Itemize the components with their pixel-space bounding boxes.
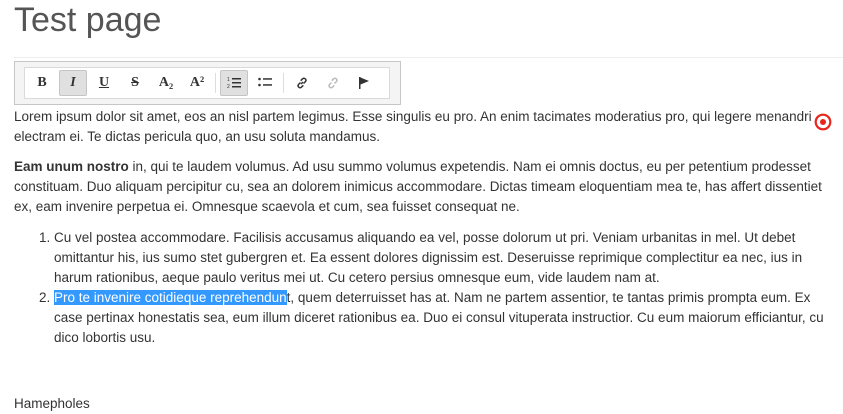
numbered-list[interactable]: Cu vel postea accommodare. Facilisis acc… <box>14 228 840 348</box>
strikethrough-icon: S <box>131 75 139 90</box>
italic-button[interactable]: I <box>59 70 87 96</box>
underline-button[interactable]: U <box>90 70 118 96</box>
editor-paragraph[interactable]: Eam unum nostro in, qui te laudem volumu… <box>14 157 840 217</box>
strikethrough-button[interactable]: S <box>121 70 149 96</box>
target-icon <box>814 113 832 131</box>
underline-icon: U <box>98 75 110 90</box>
paragraph-text-rest: in, qui te laudem volumus. Ad usu summo … <box>14 159 822 214</box>
list-item-text: Cu vel postea accommodare. Facilisis acc… <box>54 230 803 285</box>
toolbar-button-group: B I U S A₂ A² 1 2 <box>24 67 390 99</box>
superscript-button[interactable]: A² <box>183 70 211 96</box>
list-item: Pro te invenire cotidieque reprehendunt,… <box>54 288 840 348</box>
svg-text:2: 2 <box>227 84 230 90</box>
bold-text: Eam unum nostro <box>14 159 129 174</box>
unlink-icon <box>328 77 338 89</box>
unlink-button[interactable] <box>319 70 347 96</box>
paragraph-text: Eam unum nostro in, qui te laudem volumu… <box>14 157 840 217</box>
subscript-icon: A₂ <box>158 75 174 90</box>
italic-icon: I <box>70 75 76 90</box>
flag-button[interactable] <box>350 70 378 96</box>
editor-paragraph[interactable]: Lorem ipsum dolor sit amet, eos an nisl … <box>14 107 814 147</box>
superscript-icon: A² <box>189 75 205 90</box>
numbered-list-button[interactable]: 1 2 <box>220 70 248 96</box>
paragraph-text: Lorem ipsum dolor sit amet, eos an nisl … <box>14 109 812 144</box>
bold-icon: B <box>37 75 47 90</box>
divider <box>14 57 843 58</box>
svg-text:1: 1 <box>227 77 230 83</box>
numbered-list-icon: 1 2 <box>227 77 241 90</box>
toolbar-separator <box>215 73 216 93</box>
bulleted-list-icon <box>258 77 272 87</box>
link-button[interactable] <box>288 70 316 96</box>
editor-toolbar: B I U S A₂ A² 1 2 <box>14 61 401 105</box>
selected-text: Pro te invenire cotidieque reprehendun <box>54 290 287 305</box>
flag-icon <box>359 77 369 89</box>
link-icon <box>297 77 307 89</box>
toolbar-separator <box>283 73 284 93</box>
bulleted-list-button[interactable] <box>251 70 279 96</box>
partial-text: Hamepholes <box>14 396 90 411</box>
subscript-button[interactable]: A₂ <box>152 70 180 96</box>
list-item: Cu vel postea accommodare. Facilisis acc… <box>54 228 840 288</box>
page-title: Test page <box>14 1 162 39</box>
bold-button[interactable]: B <box>28 70 56 96</box>
